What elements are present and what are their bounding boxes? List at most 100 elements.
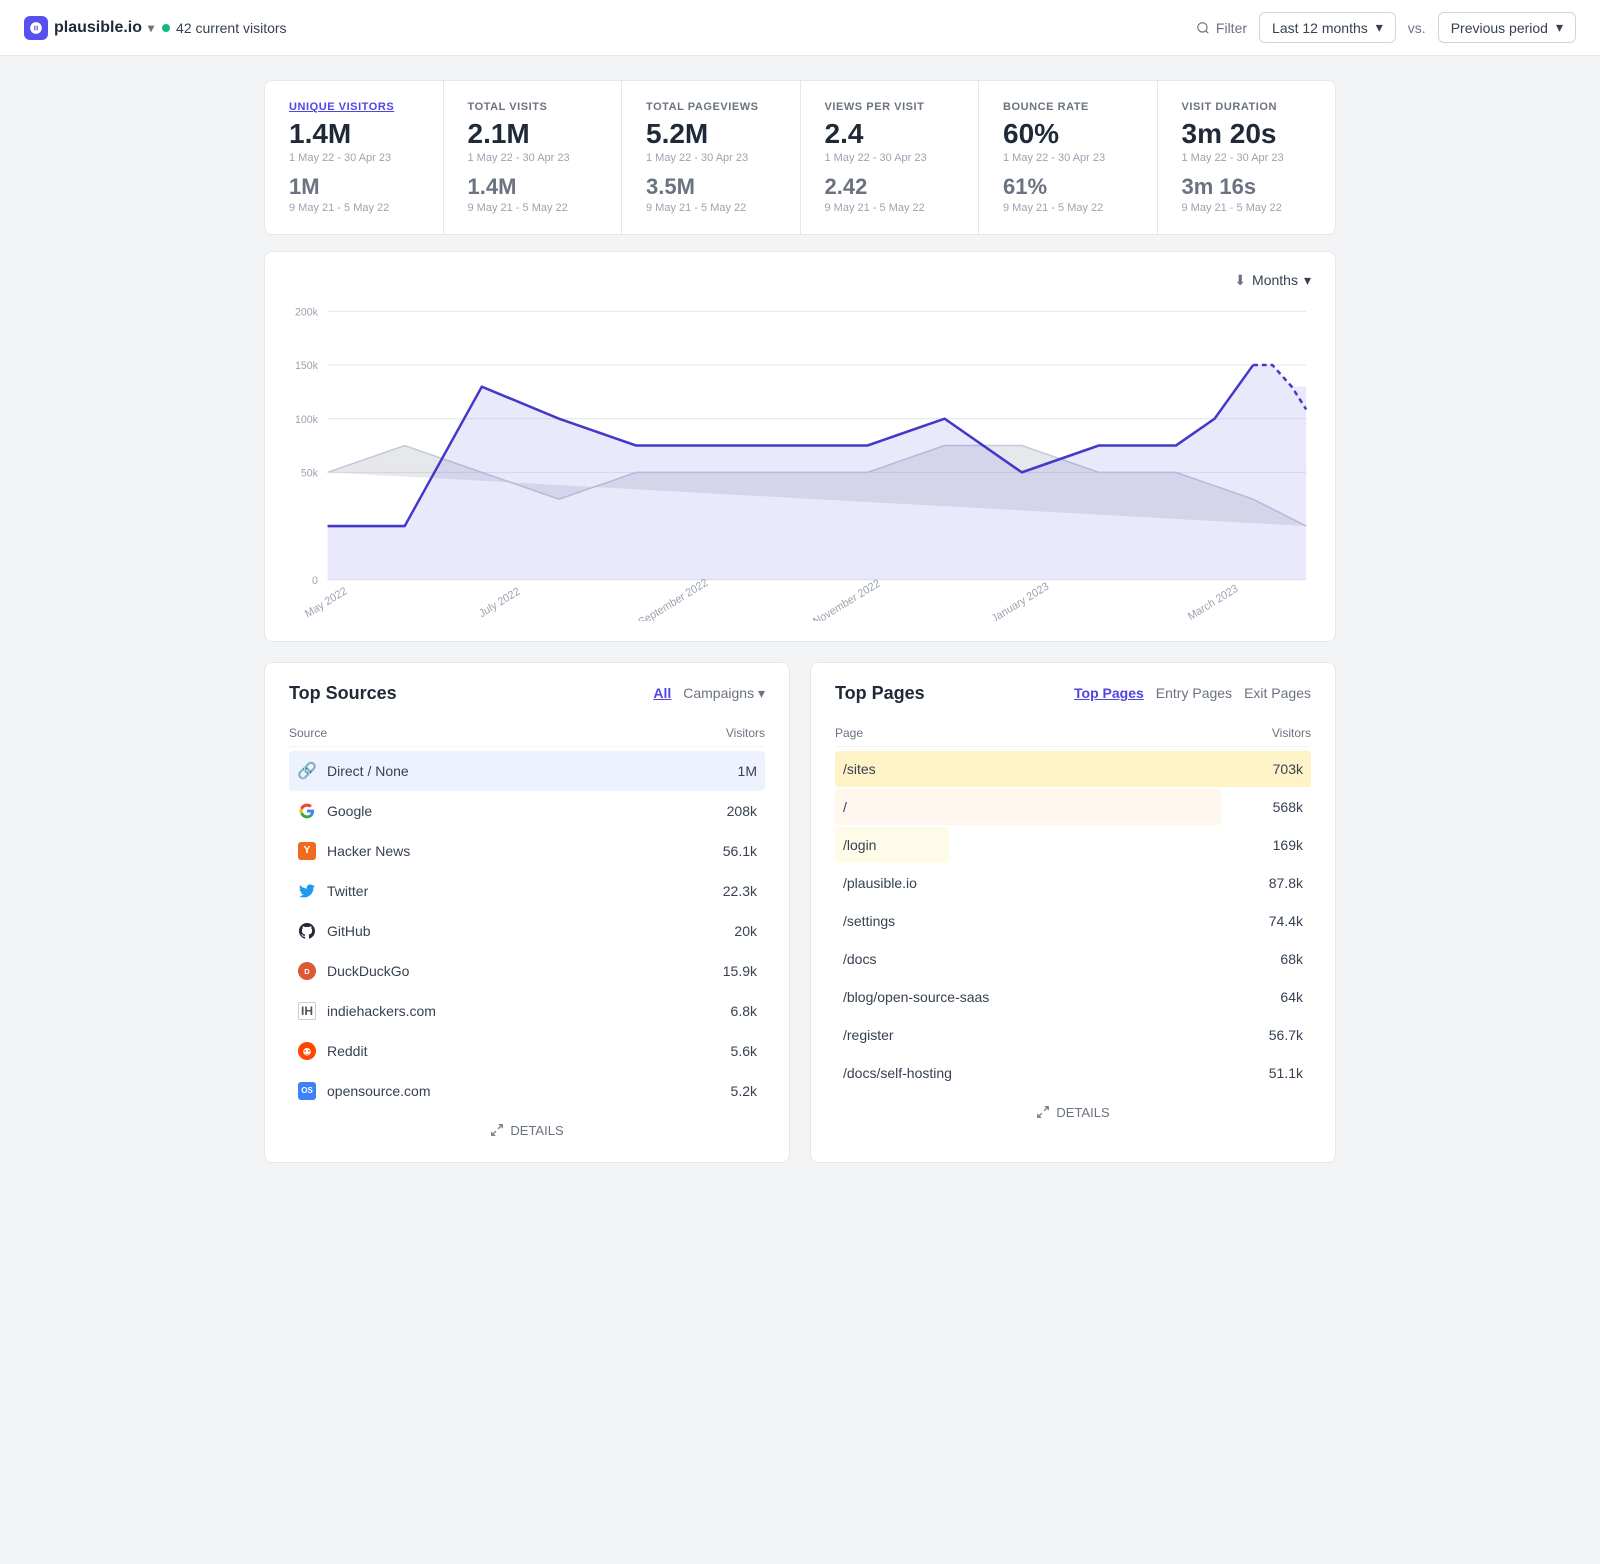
top-sources-header: Top Sources All Campaigns ▾	[289, 683, 765, 704]
source-icon-1	[297, 801, 317, 821]
page-visitors: 51.1k	[1269, 1065, 1303, 1081]
download-icon[interactable]: ⬇	[1234, 272, 1246, 289]
stats-row: UNIQUE VISITORS 1.4M 1 May 22 - 30 Apr 2…	[264, 80, 1336, 235]
svg-text:January 2023: January 2023	[990, 580, 1051, 621]
svg-text:March 2023: March 2023	[1186, 582, 1240, 621]
source-row[interactable]: Y Hacker News 56.1k	[289, 831, 765, 871]
stat-label-2: TOTAL PAGEVIEWS	[646, 101, 776, 113]
pages-details-button[interactable]: DETAILS	[835, 1093, 1311, 1124]
page-row[interactable]: /blog/open-source-saas 64k	[835, 979, 1311, 1015]
chart-area: 200k 150k 100k 50k 0 May 2022 July 2022 …	[289, 301, 1311, 621]
top-pages-header: Top Pages Top Pages Entry Pages Exit Pag…	[835, 683, 1311, 704]
stat-prev-4: 61%	[1003, 174, 1133, 200]
stat-value-0: 1.4M	[289, 119, 419, 150]
stat-bounce-rate[interactable]: BOUNCE RATE 60% 1 May 22 - 30 Apr 23 61%…	[979, 81, 1158, 234]
stat-unique-visitors[interactable]: UNIQUE VISITORS 1.4M 1 May 22 - 30 Apr 2…	[265, 81, 444, 234]
page-name: /register	[843, 1027, 894, 1043]
source-name: Twitter	[327, 883, 368, 899]
sources-table-header: Source Visitors	[289, 720, 765, 747]
source-visitors: 5.6k	[731, 1043, 757, 1059]
source-name: GitHub	[327, 923, 371, 939]
page-row[interactable]: /docs 68k	[835, 941, 1311, 977]
page-row[interactable]: /settings 74.4k	[835, 903, 1311, 939]
col-pages-visitors-label: Visitors	[1272, 726, 1311, 740]
prev-period-selector[interactable]: Previous period ▾	[1438, 12, 1576, 43]
stat-prev-1: 1.4M	[468, 174, 598, 200]
source-visitors: 1M	[738, 763, 757, 779]
months-button[interactable]: ⬇ Months ▾	[1234, 272, 1311, 289]
header-left: plausible.io ▾ 42 current visitors	[24, 16, 287, 40]
source-visitors: 15.9k	[723, 963, 757, 979]
stat-total-visits[interactable]: TOTAL VISITS 2.1M 1 May 22 - 30 Apr 23 1…	[444, 81, 623, 234]
link-icon: 🔗	[297, 761, 317, 781]
visitors-count: 42 current visitors	[176, 20, 286, 36]
source-row[interactable]: GitHub 20k	[289, 911, 765, 951]
source-icon-0: 🔗	[297, 761, 317, 781]
tab-top-pages[interactable]: Top Pages	[1074, 685, 1144, 701]
tab-exit-pages[interactable]: Exit Pages	[1244, 685, 1311, 701]
page-visitors: 64k	[1280, 989, 1303, 1005]
source-row[interactable]: IH indiehackers.com 6.8k	[289, 991, 765, 1031]
source-visitors: 56.1k	[723, 843, 757, 859]
stat-date-4: 1 May 22 - 30 Apr 23	[1003, 152, 1133, 164]
stat-value-1: 2.1M	[468, 119, 598, 150]
page-visitors: 703k	[1273, 761, 1303, 777]
source-visitors: 20k	[734, 923, 757, 939]
page-row[interactable]: /plausible.io 87.8k	[835, 865, 1311, 901]
stat-date-5: 1 May 22 - 30 Apr 23	[1182, 152, 1312, 164]
stat-prev-date-1: 9 May 21 - 5 May 22	[468, 202, 598, 214]
source-icon-2: Y	[297, 841, 317, 861]
page-name: /docs	[843, 951, 876, 967]
stat-label-1: TOTAL VISITS	[468, 101, 598, 113]
top-pages-panel: Top Pages Top Pages Entry Pages Exit Pag…	[810, 662, 1336, 1163]
source-row-left: Google	[297, 801, 372, 821]
chart-svg: 200k 150k 100k 50k 0 May 2022 July 2022 …	[289, 301, 1311, 621]
top-sources-title: Top Sources	[289, 683, 397, 704]
months-chevron: ▾	[1304, 272, 1311, 289]
opensource-icon: OS	[298, 1082, 316, 1100]
stat-total-pageviews[interactable]: TOTAL PAGEVIEWS 5.2M 1 May 22 - 30 Apr 2…	[622, 81, 801, 234]
source-row[interactable]: D DuckDuckGo 15.9k	[289, 951, 765, 991]
stat-prev-date-2: 9 May 21 - 5 May 22	[646, 202, 776, 214]
duckduckgo-icon: D	[298, 962, 316, 980]
page-name: /plausible.io	[843, 875, 917, 891]
sources-details-button[interactable]: DETAILS	[289, 1111, 765, 1142]
stat-prev-date-0: 9 May 21 - 5 May 22	[289, 202, 419, 214]
page-row-container: / 568k	[835, 789, 1311, 825]
stat-value-3: 2.4	[825, 119, 955, 150]
col-source-label: Source	[289, 726, 327, 740]
logo-chevron[interactable]: ▾	[148, 21, 154, 35]
source-row[interactable]: OS opensource.com 5.2k	[289, 1071, 765, 1111]
top-sources-tabs: All Campaigns ▾	[653, 685, 765, 702]
page-row[interactable]: /sites 703k	[835, 751, 1311, 787]
source-row[interactable]: 🔗 Direct / None 1M	[289, 751, 765, 791]
source-row[interactable]: Reddit 5.6k	[289, 1031, 765, 1071]
stat-value-2: 5.2M	[646, 119, 776, 150]
filter-button[interactable]: Filter	[1196, 20, 1247, 36]
source-icon-8: OS	[297, 1081, 317, 1101]
logo[interactable]: plausible.io ▾	[24, 16, 154, 40]
source-icon-6: IH	[297, 1001, 317, 1021]
page-row[interactable]: /login 169k	[835, 827, 1311, 863]
page-row-container: /docs/self-hosting 51.1k	[835, 1055, 1311, 1091]
source-row[interactable]: Twitter 22.3k	[289, 871, 765, 911]
bottom-panels: Top Sources All Campaigns ▾ Source Visit…	[264, 662, 1336, 1163]
vs-label: vs.	[1408, 20, 1426, 36]
source-row-left: Twitter	[297, 881, 368, 901]
main-content: UNIQUE VISITORS 1.4M 1 May 22 - 30 Apr 2…	[240, 56, 1360, 1187]
source-row-left: Reddit	[297, 1041, 367, 1061]
period-label: Last 12 months	[1272, 20, 1368, 36]
svg-text:100k: 100k	[295, 413, 318, 425]
page-row[interactable]: /docs/self-hosting 51.1k	[835, 1055, 1311, 1091]
tab-all[interactable]: All	[653, 685, 671, 701]
source-row[interactable]: Google 208k	[289, 791, 765, 831]
header: plausible.io ▾ 42 current visitors Filte…	[0, 0, 1600, 56]
page-row[interactable]: /register 56.7k	[835, 1017, 1311, 1053]
stat-views-per-visit[interactable]: VIEWS PER VISIT 2.4 1 May 22 - 30 Apr 23…	[801, 81, 980, 234]
page-row[interactable]: / 568k	[835, 789, 1311, 825]
stat-date-1: 1 May 22 - 30 Apr 23	[468, 152, 598, 164]
tab-campaigns[interactable]: Campaigns ▾	[683, 685, 765, 702]
stat-visit-duration[interactable]: VISIT DURATION 3m 20s 1 May 22 - 30 Apr …	[1158, 81, 1336, 234]
period-selector[interactable]: Last 12 months ▾	[1259, 12, 1396, 43]
tab-entry-pages[interactable]: Entry Pages	[1156, 685, 1232, 701]
